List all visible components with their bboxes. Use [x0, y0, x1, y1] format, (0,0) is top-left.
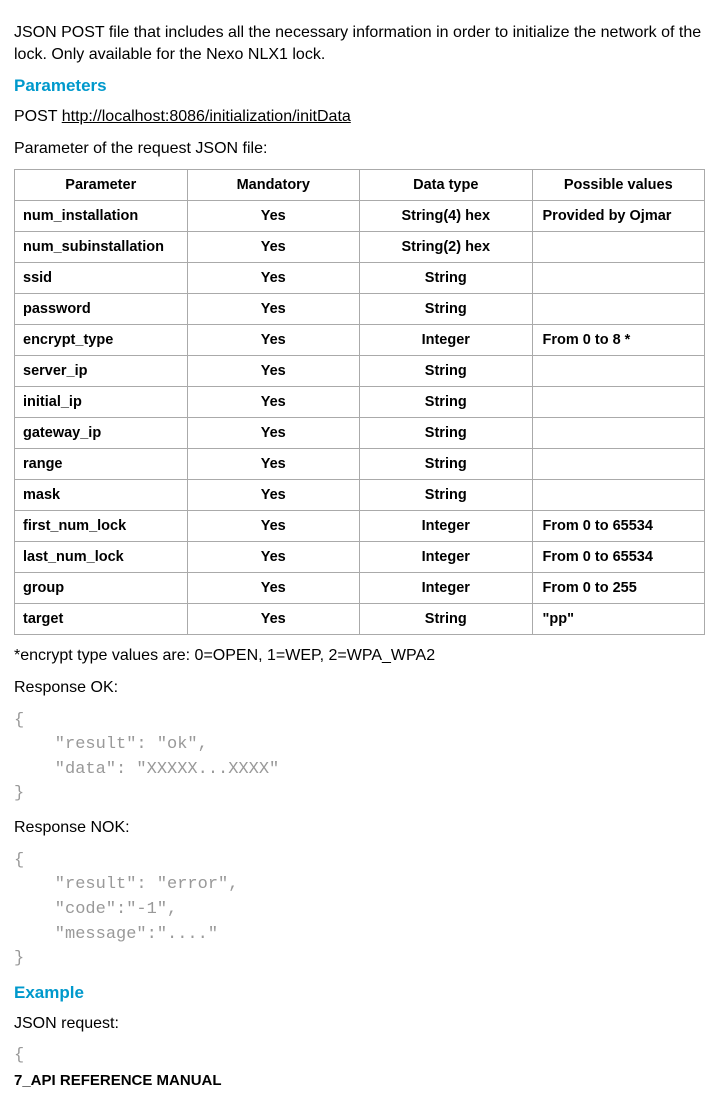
cell-possible: From 0 to 65534 [532, 542, 705, 573]
cell-mandatory: Yes [187, 573, 360, 604]
cell-parameter: gateway_ip [15, 418, 188, 449]
th-parameter: Parameter [15, 170, 188, 201]
post-url: http://localhost:8086/initialization/ini… [62, 108, 351, 125]
table-header-row: Parameter Mandatory Data type Possible v… [15, 170, 705, 201]
cell-datatype: String [360, 449, 533, 480]
table-row: gateway_ipYesString [15, 418, 705, 449]
cell-possible [532, 263, 705, 294]
cell-datatype: String [360, 356, 533, 387]
cell-datatype: Integer [360, 511, 533, 542]
table-row: maskYesString [15, 480, 705, 511]
cell-possible: From 0 to 65534 [532, 511, 705, 542]
table-row: first_num_lockYesIntegerFrom 0 to 65534 [15, 511, 705, 542]
table-row: server_ipYesString [15, 356, 705, 387]
cell-mandatory: Yes [187, 201, 360, 232]
cell-mandatory: Yes [187, 449, 360, 480]
cell-parameter: num_installation [15, 201, 188, 232]
response-nok-code: { "result": "error", "code":"-1", "messa… [14, 849, 705, 972]
cell-datatype: Integer [360, 325, 533, 356]
cell-possible [532, 356, 705, 387]
cell-parameter: encrypt_type [15, 325, 188, 356]
example-heading: Example [14, 982, 705, 1005]
th-mandatory: Mandatory [187, 170, 360, 201]
cell-datatype: String [360, 263, 533, 294]
cell-mandatory: Yes [187, 294, 360, 325]
cell-possible [532, 232, 705, 263]
param-file-line: Parameter of the request JSON file: [14, 138, 705, 160]
table-row: ssidYesString [15, 263, 705, 294]
cell-parameter: first_num_lock [15, 511, 188, 542]
cell-possible [532, 480, 705, 511]
table-row: num_installationYesString(4) hexProvided… [15, 201, 705, 232]
cell-mandatory: Yes [187, 604, 360, 635]
cell-mandatory: Yes [187, 418, 360, 449]
cell-parameter: num_subinstallation [15, 232, 188, 263]
cell-possible [532, 294, 705, 325]
cell-mandatory: Yes [187, 542, 360, 573]
cell-possible: From 0 to 8 * [532, 325, 705, 356]
post-line: POST http://localhost:8086/initializatio… [14, 106, 705, 128]
table-row: groupYesIntegerFrom 0 to 255 [15, 573, 705, 604]
intro-paragraph: JSON POST file that includes all the nec… [14, 22, 705, 65]
cell-parameter: range [15, 449, 188, 480]
parameters-heading: Parameters [14, 75, 705, 98]
cell-possible: From 0 to 255 [532, 573, 705, 604]
footer-title: 7_API REFERENCE MANUAL [14, 1071, 705, 1091]
cell-possible [532, 418, 705, 449]
cell-mandatory: Yes [187, 232, 360, 263]
cell-datatype: String [360, 418, 533, 449]
cell-mandatory: Yes [187, 511, 360, 542]
table-row: num_subinstallationYesString(2) hex [15, 232, 705, 263]
response-nok-label: Response NOK: [14, 817, 705, 839]
cell-parameter: mask [15, 480, 188, 511]
cell-datatype: String [360, 294, 533, 325]
table-row: targetYesString "pp" [15, 604, 705, 635]
table-row: rangeYesString [15, 449, 705, 480]
post-prefix: POST [14, 108, 62, 125]
table-row: passwordYesString [15, 294, 705, 325]
th-datatype: Data type [360, 170, 533, 201]
cell-parameter: target [15, 604, 188, 635]
cell-datatype: Integer [360, 542, 533, 573]
table-row: encrypt_typeYesIntegerFrom 0 to 8 * [15, 325, 705, 356]
cell-parameter: password [15, 294, 188, 325]
cell-mandatory: Yes [187, 387, 360, 418]
cell-mandatory: Yes [187, 263, 360, 294]
cell-parameter: ssid [15, 263, 188, 294]
cell-datatype: String(2) hex [360, 232, 533, 263]
encrypt-note: *encrypt type values are: 0=OPEN, 1=WEP,… [14, 645, 705, 667]
cell-datatype: String [360, 604, 533, 635]
table-row: initial_ipYesString [15, 387, 705, 418]
parameters-table: Parameter Mandatory Data type Possible v… [14, 169, 705, 635]
response-ok-code: { "result": "ok", "data": "XXXXX...XXXX"… [14, 709, 705, 808]
cell-parameter: initial_ip [15, 387, 188, 418]
cell-datatype: String [360, 480, 533, 511]
table-row: last_num_lockYesIntegerFrom 0 to 65534 [15, 542, 705, 573]
cell-parameter: server_ip [15, 356, 188, 387]
cell-mandatory: Yes [187, 480, 360, 511]
json-request-code: { [14, 1044, 705, 1069]
cell-parameter: group [15, 573, 188, 604]
cell-possible [532, 449, 705, 480]
th-possible: Possible values [532, 170, 705, 201]
cell-datatype: String(4) hex [360, 201, 533, 232]
cell-datatype: Integer [360, 573, 533, 604]
cell-possible: "pp" [532, 604, 705, 635]
cell-mandatory: Yes [187, 356, 360, 387]
cell-mandatory: Yes [187, 325, 360, 356]
cell-possible: Provided by Ojmar [532, 201, 705, 232]
cell-parameter: last_num_lock [15, 542, 188, 573]
response-ok-label: Response OK: [14, 677, 705, 699]
cell-datatype: String [360, 387, 533, 418]
cell-possible [532, 387, 705, 418]
json-request-label: JSON request: [14, 1013, 705, 1035]
